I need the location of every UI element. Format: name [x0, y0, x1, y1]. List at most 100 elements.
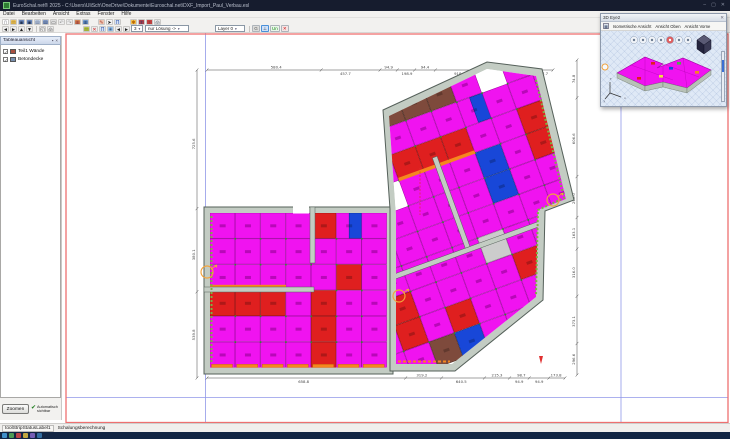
formwork-icon[interactable]: ✱	[130, 19, 137, 25]
menu-item-datei[interactable]: Datei	[3, 11, 15, 17]
svg-text:94.9: 94.9	[535, 379, 544, 384]
svg-text:725.6: 725.6	[191, 138, 196, 149]
taskbar-app-icon[interactable]	[30, 433, 35, 438]
menu-item-fenster[interactable]: Fenster	[97, 11, 114, 17]
units-button[interactable]: Un	[270, 25, 280, 32]
viewer3d-titlebar[interactable]: 3D Eye2 ✕	[601, 14, 726, 22]
app-icon	[3, 2, 10, 9]
pan-up-icon[interactable]: ▲	[18, 26, 25, 32]
report-icon[interactable]: ▤	[42, 19, 49, 25]
tree-item-2[interactable]: ✓ Betondecke	[3, 55, 60, 63]
svg-text:580.4: 580.4	[271, 65, 282, 70]
next-solution-icon[interactable]: ►	[123, 26, 130, 32]
undo-icon[interactable]: ↶	[58, 19, 65, 25]
grid-toggle-button[interactable]: G	[252, 25, 260, 32]
slab-panels-icon[interactable]: ▥	[146, 19, 153, 25]
close-view-button[interactable]: ✕	[281, 25, 289, 32]
menu-item-extras[interactable]: Extras	[76, 11, 90, 17]
svg-text:658.8: 658.8	[298, 379, 309, 384]
taskbar-app-icon[interactable]	[9, 433, 14, 438]
open-folder-icon[interactable]: ▨	[10, 19, 17, 25]
viewer3d-viewport[interactable]: zxy	[601, 31, 726, 106]
svg-text:215.3: 215.3	[492, 373, 503, 378]
pan-down-icon[interactable]: ▼	[26, 26, 33, 32]
print-icon[interactable]: ▭	[50, 19, 57, 25]
zoom-tool-icon[interactable]: ◎	[154, 19, 161, 25]
svg-text:98.7: 98.7	[517, 373, 526, 378]
close-panel-icon[interactable]: ×	[55, 38, 58, 43]
viewer3d-menu-ansicht-vorne[interactable]: Ansicht Vorne	[685, 24, 711, 29]
wall-panels-icon[interactable]: ▥	[138, 19, 145, 25]
settings-gear-icon[interactable]: ✳	[107, 26, 114, 32]
viewer3d-menu-icon[interactable]: ▦	[603, 23, 609, 29]
item-label: Teil1 Wände	[18, 49, 44, 54]
auto-visible-checkbox[interactable]: ✔ Automatisch sichtbar	[31, 405, 59, 413]
close-button[interactable]: ✕	[721, 0, 725, 11]
checkmark-icon: ✔	[31, 405, 36, 412]
delete-solution-icon[interactable]: ✕	[91, 26, 98, 32]
viewer3d-zoom-slider[interactable]	[721, 51, 725, 102]
save-all-icon[interactable]: ▣	[26, 19, 33, 25]
menu-item-hilfe[interactable]: Hilfe	[121, 11, 131, 17]
visibility-icon[interactable]: ▧	[83, 26, 90, 32]
svg-text:y: y	[604, 99, 606, 103]
pan-right-icon[interactable]: ►	[10, 26, 17, 32]
statusbar: toolStripStatusLabel1 Schalungsberechnun…	[0, 423, 730, 432]
chevron-down-icon: ▾	[178, 27, 180, 31]
pin-icon[interactable]: ▪	[52, 38, 54, 43]
pan-left-icon[interactable]: ◄	[2, 26, 9, 32]
zoom-all-icon[interactable]: ◎	[47, 26, 54, 32]
svg-text:198.9: 198.9	[402, 71, 413, 76]
minimize-button[interactable]: –	[703, 0, 706, 11]
zoom-button[interactable]: Zoomen	[2, 404, 29, 414]
item-type-icon	[10, 49, 16, 54]
viewer3d-menu-ansicht-oben[interactable]: Ansicht Oben	[655, 24, 680, 29]
item-checkbox[interactable]: ✓	[3, 57, 8, 62]
svg-text:316.0: 316.0	[571, 267, 576, 278]
os-taskbar[interactable]	[0, 432, 730, 439]
svg-text:606.6: 606.6	[571, 133, 576, 144]
viewer3d-window[interactable]: 3D Eye2 ✕ ▦ Isometrische Ansicht Ansicht O…	[600, 13, 727, 107]
zoom-window-icon[interactable]: ◱	[39, 26, 46, 32]
iso-building-view: zxy	[601, 31, 726, 106]
viewer3d-menu-isometrische-ansicht[interactable]: Isometrische Ansicht	[613, 24, 651, 29]
item-label: Betondecke	[18, 57, 43, 62]
menu-item-ansicht[interactable]: Ansicht	[53, 11, 69, 17]
render-view-icon[interactable]: ▦	[74, 19, 81, 25]
save-icon[interactable]: ▣	[18, 19, 25, 25]
copy-icon[interactable]: ▤	[34, 19, 41, 25]
tree-item-1[interactable]: ✓ Teil1 Wände	[3, 47, 60, 55]
slab-table-icon[interactable]: Π	[99, 26, 106, 32]
solution-count-combo[interactable]: 3▾	[131, 25, 143, 32]
plan-view-icon[interactable]: ▦	[82, 19, 89, 25]
maximize-button[interactable]: ▢	[711, 0, 716, 11]
auto-visible-label: Automatisch sichtbar	[37, 405, 59, 413]
new-file-icon[interactable]: ▯	[2, 19, 9, 25]
taskbar-app-icon[interactable]	[2, 433, 7, 438]
sidebar-footer: Zoomen ✔ Automatisch sichtbar	[0, 398, 61, 420]
table-icon[interactable]: Π	[114, 19, 121, 25]
draw-wall-icon[interactable]: ✎	[98, 19, 105, 25]
nav-cube[interactable]	[697, 35, 711, 54]
layer-combo[interactable]: Layer 0▾	[215, 25, 245, 32]
select-cursor-icon[interactable]: ➤	[106, 19, 113, 25]
menu-item-bearbeiten[interactable]: Bearbeiten	[22, 11, 46, 17]
titlebar: EuroSchal.net® 2025 - C:\Users\UliSch\On…	[0, 0, 730, 11]
svg-text:163.1: 163.1	[571, 227, 576, 238]
svg-text:539.8: 539.8	[191, 329, 196, 340]
3d-cursor	[602, 64, 608, 70]
solution-filter-combo[interactable]: nur Lösung ->▾	[145, 25, 189, 32]
viewer3d-close-icon[interactable]: ✕	[720, 15, 724, 21]
redo-icon[interactable]: ↷	[66, 19, 73, 25]
item-checkbox[interactable]: ✓	[3, 49, 8, 54]
prev-solution-icon[interactable]: ◄	[115, 26, 122, 32]
svg-text:74.8: 74.8	[571, 74, 576, 83]
sidebar-panel: Tableauansicht ▪ × ✓Teil1 Wände✓Betondec…	[0, 36, 62, 420]
svg-text:94.9: 94.9	[384, 65, 393, 70]
perpendicular-button[interactable]: ⊥	[261, 25, 269, 32]
window-title: EuroSchal.net® 2025 - C:\Users\UliSch\On…	[13, 3, 700, 9]
taskbar-app-icon[interactable]	[23, 433, 28, 438]
taskbar-app-icon[interactable]	[16, 433, 21, 438]
taskbar-app-icon[interactable]	[37, 433, 42, 438]
svg-text:296.6: 296.6	[571, 353, 576, 364]
